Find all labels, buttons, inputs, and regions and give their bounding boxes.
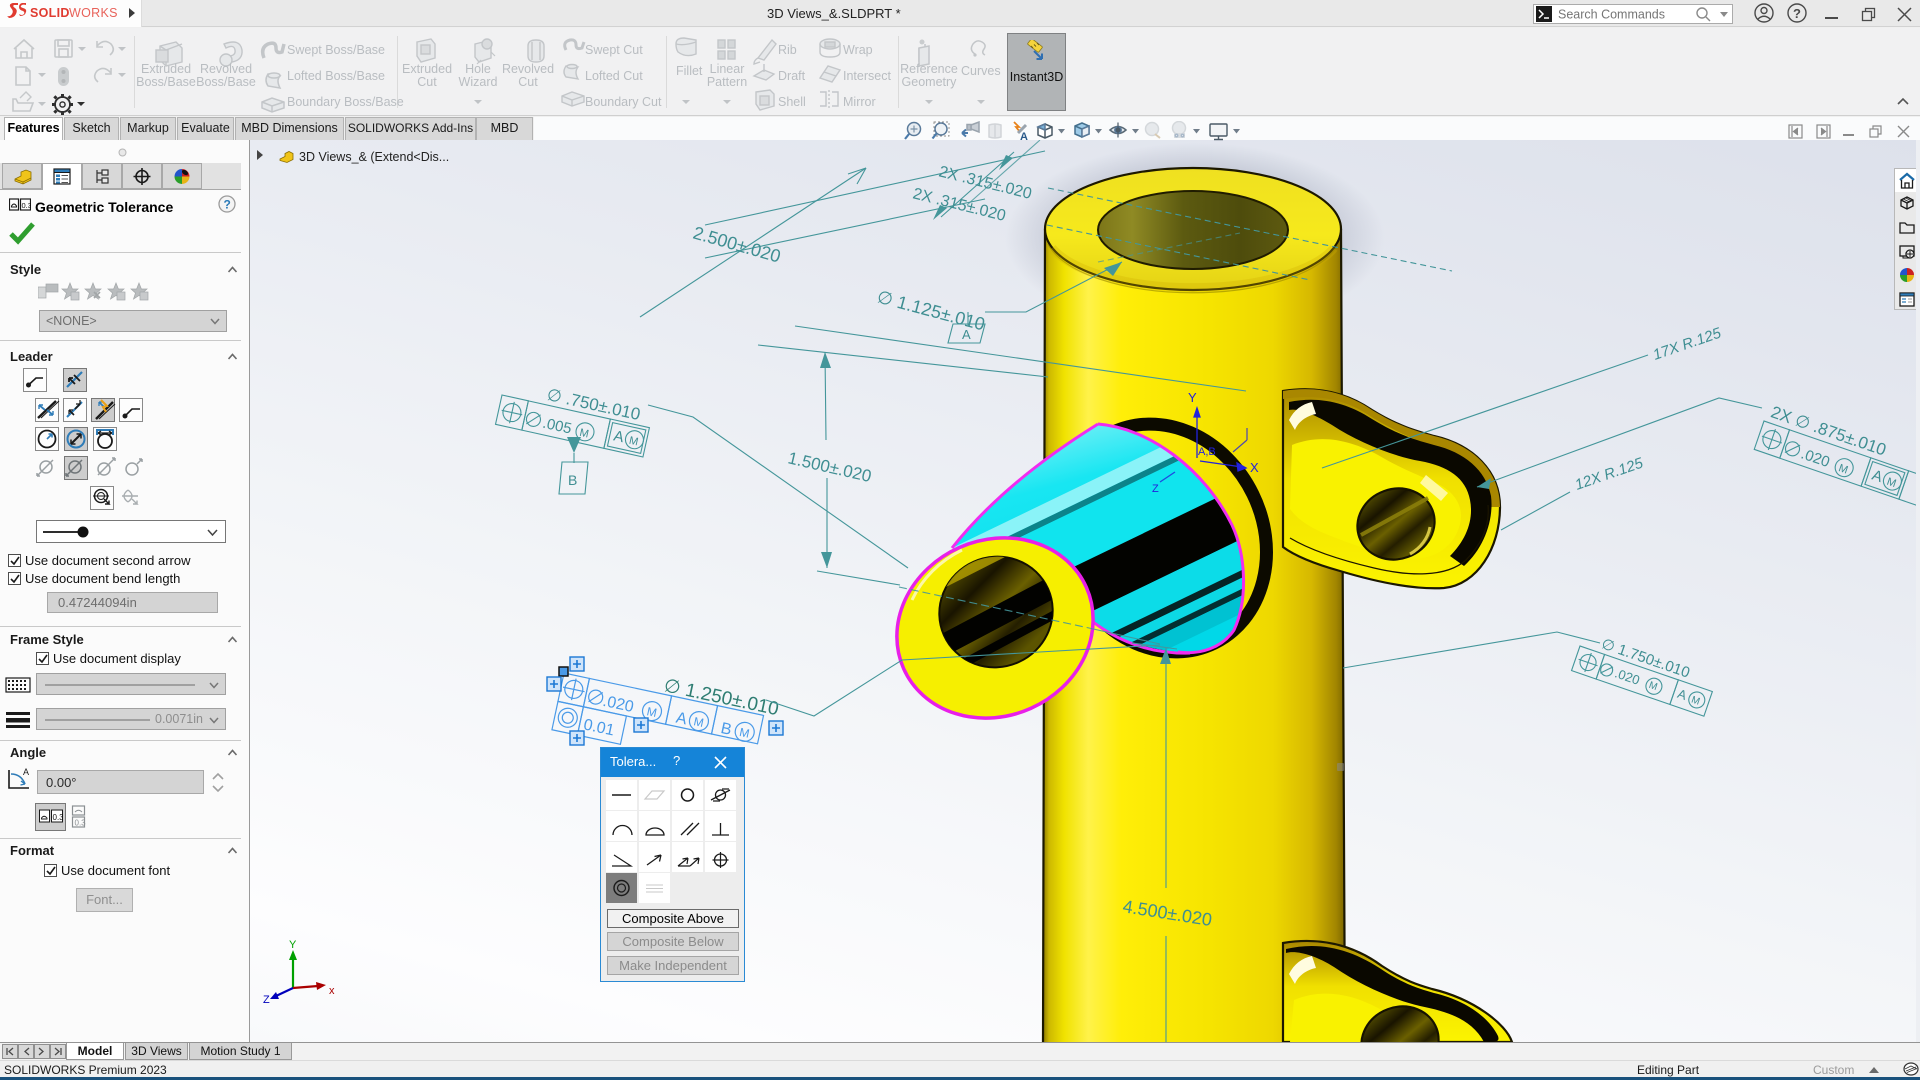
svg-text:Z: Z	[263, 994, 270, 1006]
svg-text:B: B	[719, 720, 733, 739]
svg-text:0.3: 0.3	[75, 819, 87, 828]
svg-text:A: A	[962, 327, 971, 342]
svg-text:.020: .020	[601, 693, 635, 716]
svg-text:M: M	[692, 714, 705, 730]
svg-text:X: X	[1250, 460, 1259, 475]
svg-text:A: A	[1676, 686, 1689, 703]
svg-text:?: ?	[224, 198, 231, 212]
svg-text:?: ?	[1793, 6, 1801, 21]
svg-text:A: A	[1870, 467, 1885, 486]
svg-text:M: M	[628, 435, 640, 449]
svg-text:M: M	[738, 725, 751, 741]
svg-text:.020: .020	[1799, 445, 1832, 471]
svg-text:2.500±.020: 2.500±.020	[691, 223, 783, 267]
svg-text:B: B	[568, 472, 577, 488]
svg-text:12X R.125: 12X R.125	[1573, 454, 1646, 493]
svg-text:0.3: 0.3	[22, 201, 32, 210]
svg-text:A,B: A,B	[1198, 446, 1216, 458]
svg-text:3D Views_& (Extend<Dis...: 3D Views_& (Extend<Dis...	[299, 150, 449, 164]
svg-text:Z: Z	[1152, 483, 1159, 495]
svg-text:.005: .005	[541, 415, 573, 438]
svg-text:∅ 1.750±.010: ∅ 1.750±.010	[1599, 635, 1692, 681]
svg-text:x: x	[329, 985, 335, 997]
svg-text:Y: Y	[289, 939, 297, 951]
svg-text:1.500±.020: 1.500±.020	[786, 448, 873, 486]
svg-text:0.3: 0.3	[53, 813, 64, 822]
svg-text:Y: Y	[1188, 390, 1197, 405]
svg-text:17X R.125: 17X R.125	[1651, 324, 1724, 363]
svg-text:SOLID: SOLID	[30, 6, 70, 20]
svg-text:M: M	[1647, 680, 1658, 693]
svg-text:WORKS: WORKS	[69, 6, 118, 20]
svg-text:.020: .020	[1613, 665, 1642, 687]
svg-text:A: A	[1020, 131, 1028, 143]
svg-text:A: A	[674, 709, 688, 728]
svg-text:A: A	[23, 767, 29, 777]
svg-text:A: A	[612, 427, 625, 446]
svg-text:Search Commands: Search Commands	[1558, 8, 1665, 22]
svg-text:0.01: 0.01	[582, 716, 616, 739]
